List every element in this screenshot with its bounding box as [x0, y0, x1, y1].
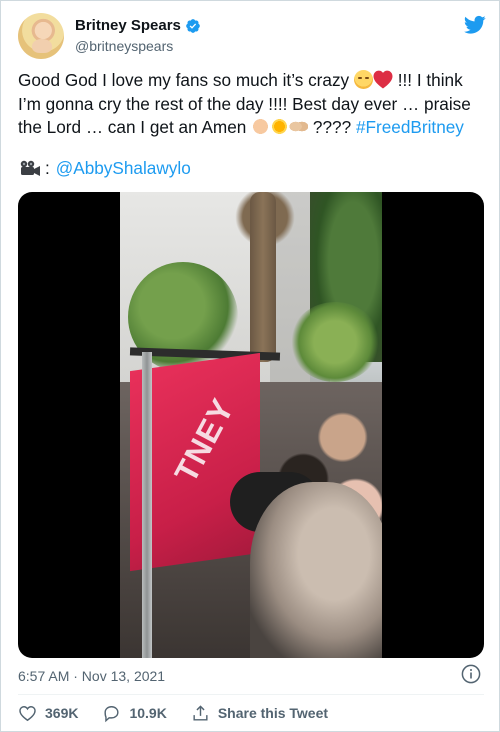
tweet-card: Britney Spears @britneyspears Good God I…	[0, 0, 500, 732]
credit-prefix: :	[45, 158, 50, 178]
share-label: Share this Tweet	[217, 705, 329, 721]
avatar[interactable]	[18, 13, 64, 59]
tweet-actions: 369K 10.9K Share this Tweet	[18, 703, 352, 723]
foliage	[290, 302, 380, 382]
divider	[18, 694, 484, 695]
raised-hands-emoji-icon	[289, 117, 309, 136]
heart-icon	[19, 705, 36, 721]
reply-bubble-icon	[104, 705, 120, 722]
palm-trunk	[250, 192, 276, 362]
mention-link[interactable]: @AbbyShalawylo	[56, 158, 191, 179]
folded-hands-emoji-icon	[251, 117, 271, 136]
video-player[interactable]: TNEY	[18, 192, 484, 658]
red-heart-emoji-icon	[373, 70, 393, 89]
movie-camera-icon	[20, 160, 40, 176]
rolling-eyes-emoji-icon	[353, 70, 373, 89]
tweet-timestamp[interactable]: 6:57 AM · Nov 13, 2021	[18, 668, 165, 684]
like-button[interactable]: 369K	[18, 704, 78, 723]
tweet-text-part1: Good God I love my fans so much it’s cra…	[18, 70, 350, 90]
twitter-bird-icon[interactable]	[464, 15, 486, 35]
like-count: 369K	[45, 705, 79, 721]
reply-count: 10.9K	[129, 705, 167, 721]
tweet-text-part3: ????	[312, 117, 352, 137]
user-handle[interactable]: @britneyspears	[75, 38, 173, 54]
hashtag-link[interactable]: #FreedBritney	[356, 117, 464, 137]
verified-badge-icon	[186, 18, 200, 33]
display-name[interactable]: Britney Spears	[75, 17, 181, 34]
tweet-header: Britney Spears @britneyspears	[18, 13, 488, 61]
reply-button[interactable]: 10.9K	[102, 704, 167, 723]
share-button[interactable]: Share this Tweet	[191, 704, 328, 723]
video-credit: : @AbbyShalawylo	[18, 158, 191, 179]
video-frame: TNEY	[120, 192, 382, 658]
camera-operator	[250, 482, 382, 658]
share-icon	[193, 704, 208, 721]
info-icon[interactable]	[461, 664, 481, 684]
microphone-stand	[142, 352, 152, 658]
sun-emoji-icon	[270, 117, 290, 136]
name-row: Britney Spears	[75, 17, 201, 34]
tweet-text: Good God I love my fans so much it’s cra…	[18, 69, 488, 140]
